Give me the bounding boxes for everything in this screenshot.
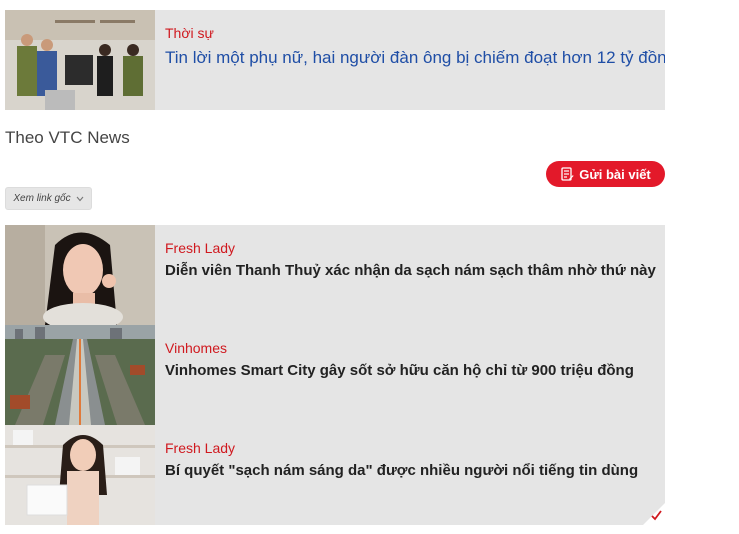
woman-portrait-photo bbox=[5, 225, 155, 325]
city-railway-photo bbox=[5, 325, 155, 425]
ad-category[interactable]: Vinhomes bbox=[165, 340, 227, 356]
ad-category[interactable]: Fresh Lady bbox=[165, 240, 235, 256]
news-category[interactable]: Thời sự bbox=[165, 25, 214, 41]
ad-category[interactable]: Fresh Lady bbox=[165, 440, 235, 456]
ad-card[interactable]: Fresh Lady Diễn viên Thanh Thuỷ xác nhận… bbox=[5, 225, 665, 325]
news-title[interactable]: Tin lời một phụ nữ, hai người đàn ông bị… bbox=[165, 48, 665, 68]
ad-card[interactable]: Vinhomes Vinhomes Smart City gây sốt sở … bbox=[5, 325, 665, 425]
view-original-label: Xem link gốc bbox=[13, 193, 71, 204]
officials-photo bbox=[5, 10, 155, 110]
ad-thumbnail[interactable] bbox=[5, 325, 155, 425]
view-original-dropdown[interactable]: Xem link gốc bbox=[5, 187, 92, 210]
submit-article-button[interactable]: Gửi bài viết bbox=[546, 161, 665, 187]
ad-title[interactable]: Diễn viên Thanh Thuỷ xác nhận da sạch ná… bbox=[165, 262, 656, 279]
ad-choices-check-icon[interactable] bbox=[643, 503, 665, 525]
ad-thumbnail[interactable] bbox=[5, 425, 155, 525]
news-thumbnail[interactable] bbox=[5, 10, 155, 110]
woman-product-photo bbox=[5, 425, 155, 525]
source-attribution: Theo VTC News bbox=[5, 128, 130, 147]
chevron-down-icon bbox=[76, 196, 84, 201]
ad-card[interactable]: Fresh Lady Bí quyết "sạch nám sáng da" đ… bbox=[5, 425, 665, 525]
ad-thumbnail[interactable] bbox=[5, 225, 155, 325]
ad-title[interactable]: Vinhomes Smart City gây sốt sở hữu căn h… bbox=[165, 362, 634, 379]
news-card[interactable]: Thời sự Tin lời một phụ nữ, hai người đà… bbox=[5, 10, 665, 110]
submit-article-label: Gửi bài viết bbox=[579, 166, 651, 182]
ad-title[interactable]: Bí quyết "sạch nám sáng da" được nhiều n… bbox=[165, 462, 638, 479]
edit-document-icon bbox=[561, 167, 574, 181]
